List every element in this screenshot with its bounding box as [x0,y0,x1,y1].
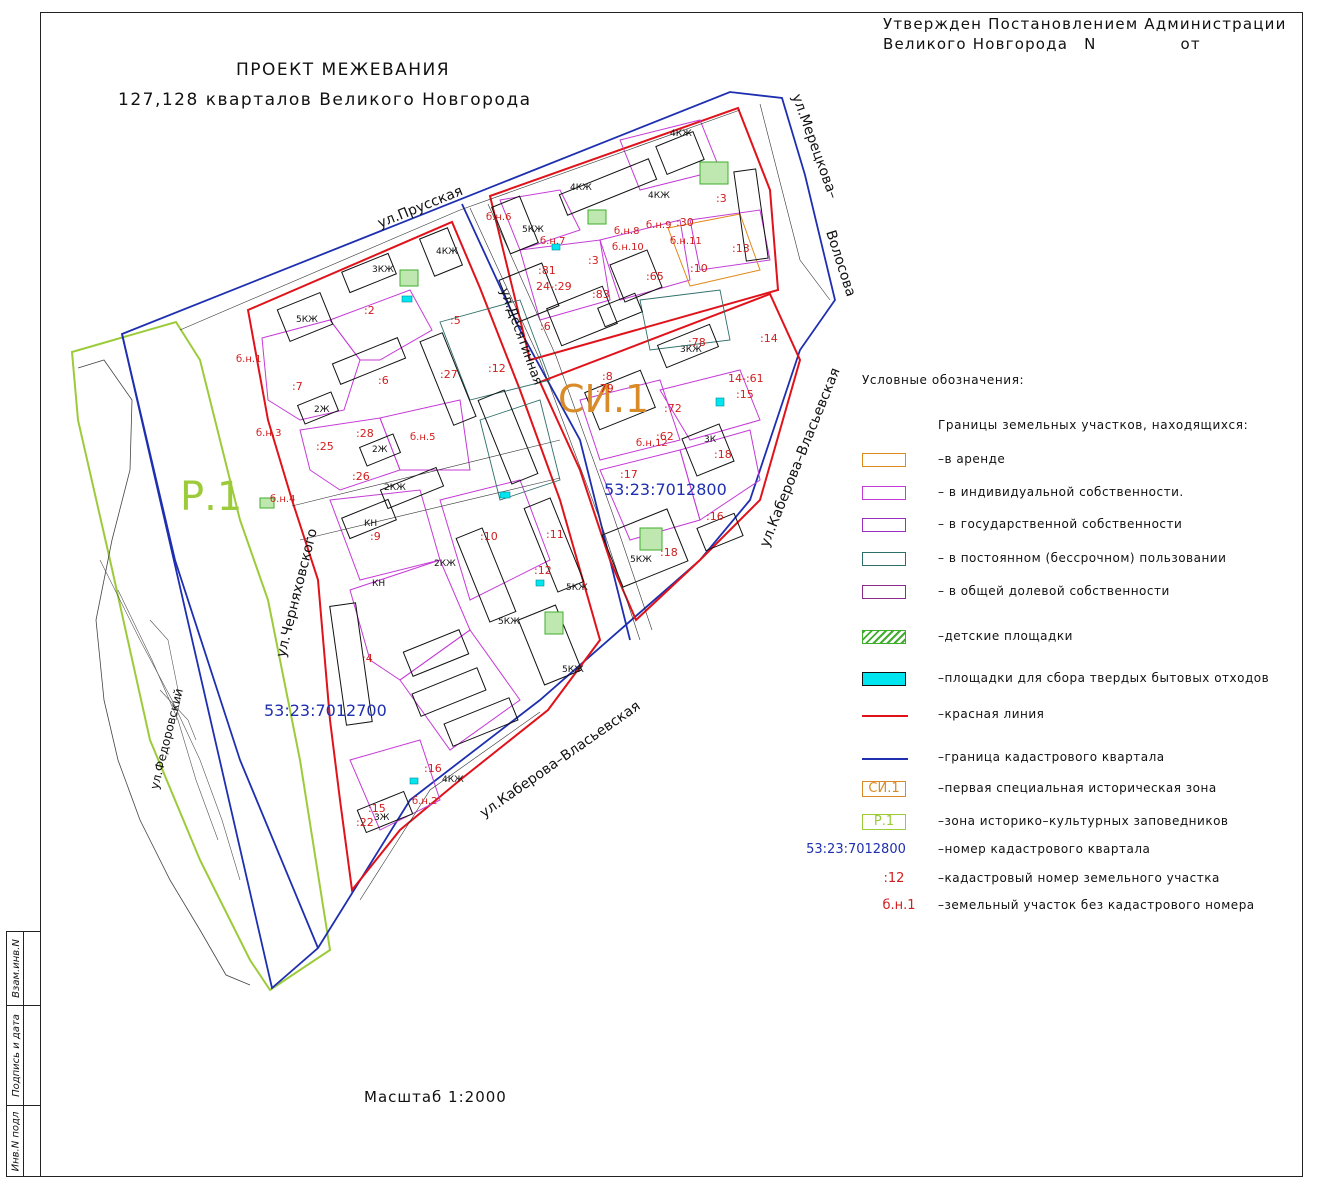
legend-item-playgrounds: –детские площадки [0,628,1330,648]
legend-item-cadastral-boundary: –граница кадастрового квартала [0,749,1330,769]
map-label: :10 [690,262,708,275]
map-label: :4 [362,652,373,665]
legend-item-state: – в государственной собственности [0,516,1330,536]
legend-item-shared: – в общей долевой собственности [0,583,1330,603]
map-label: :81 [538,264,556,277]
legend-swatch-state [862,518,906,532]
parcel-tag: б.н.1 [236,354,261,365]
legend-swatch-shared [862,585,906,599]
map-label: :3 [716,192,727,205]
parcel-tag: б.н.12 [636,438,668,449]
map-label: :27 [440,368,458,381]
parcel-tag: б.н.10 [612,242,644,253]
legend-item-waste: –площадки для сбора твердых бытовых отхо… [0,670,1330,690]
map-label: 24-:29 [536,280,572,293]
legend-item-no-number: б.н.1 –земельный участок без кадастровог… [882,898,1255,913]
svg-text:5КЖ: 5КЖ [498,617,520,627]
svg-text:4КЖ: 4КЖ [670,129,692,139]
svg-text:2Ж: 2Ж [314,405,330,415]
legend-swatch-lease [862,453,906,467]
svg-text:3КЖ: 3КЖ [680,345,702,355]
map-label: 14-:61 [728,372,764,385]
svg-text:3КЖ: 3КЖ [372,265,394,275]
street-volosova: Волосова [822,228,858,298]
legend-item-si1: СИ.1 –первая специальная историческая зо… [0,780,1330,800]
map-label: :3 [588,254,599,267]
svg-text:4КЖ: 4КЖ [570,183,592,193]
legend-item-lease: –в аренде [0,451,1330,471]
map-label: :15 [736,388,754,401]
map-label: :79 [596,382,614,395]
svg-text:4КЖ: 4КЖ [436,247,458,257]
legend-item-cadastral-number: 53:23:7012800 –номер кадастрового кварта… [806,842,1151,857]
map-label: :6 [378,374,389,387]
parcel-tag: б.н.7 [540,236,565,247]
map-label: :2 [364,304,375,317]
svg-text:5КЖ: 5КЖ [522,225,544,235]
map-label: :13 [732,242,750,255]
map-label: :30 [676,216,694,229]
map-label: :72 [664,402,682,415]
legend-subtitle: Границы земельных участков, находящихся: [938,418,1249,432]
svg-text:4КЖ: 4КЖ [648,191,670,201]
legend-swatch-waste [862,672,906,686]
map-label: :14 [760,332,778,345]
map-label: :12 [488,362,506,375]
map-scale: Масштаб 1:2000 [364,1088,507,1106]
svg-text:3К: 3К [704,435,717,445]
map-label: :6 [540,320,551,333]
legend-item-parcel-number: :12 –кадастровый номер земельного участк… [883,871,1220,886]
legend-item-red-line: –красная линия [0,706,1330,726]
map-label: :65 [646,270,664,283]
legend-title: Условные обозначения: [862,373,1025,387]
legend-swatch-permanent [862,552,906,566]
parcel-tag: б.н.3 [256,428,281,439]
legend-item-individual: – в индивидуальной собственности. [0,484,1330,504]
map-label: :5 [450,314,461,327]
parcel-tag: б.н.9 [646,220,671,231]
cadastral-numbers: :7 :6 :2 :25 :28 :26 :27 :9 :10 :11 :12 … [292,192,778,829]
legend-swatch-cadastral-boundary [862,758,908,760]
map-label: :7 [292,380,303,393]
parcel-tag: б.н.8 [614,226,639,237]
parcel-tag: б.н.6 [486,212,511,223]
map-label: :83 [592,288,610,301]
legend-swatch-red-line [862,715,908,717]
map-label: :28 [356,427,374,440]
legend-swatch-playgrounds [862,630,906,644]
map-label: :26 [352,470,370,483]
svg-text:5КЖ: 5КЖ [296,315,318,325]
street-fedorovsky: ул.Федоровский [147,687,186,791]
street-prusskaya: ул.Прусская [376,183,466,232]
parcel-tag: б.н.11 [670,236,702,247]
legend-swatch-individual [862,486,906,500]
legend-item-permanent: – в постоянном (бессрочном) пользовании [0,550,1330,570]
parcel-tag: б.н.5 [410,432,435,443]
legend-item-r1: Р.1 –зона историко–культурных заповедник… [0,813,1330,833]
